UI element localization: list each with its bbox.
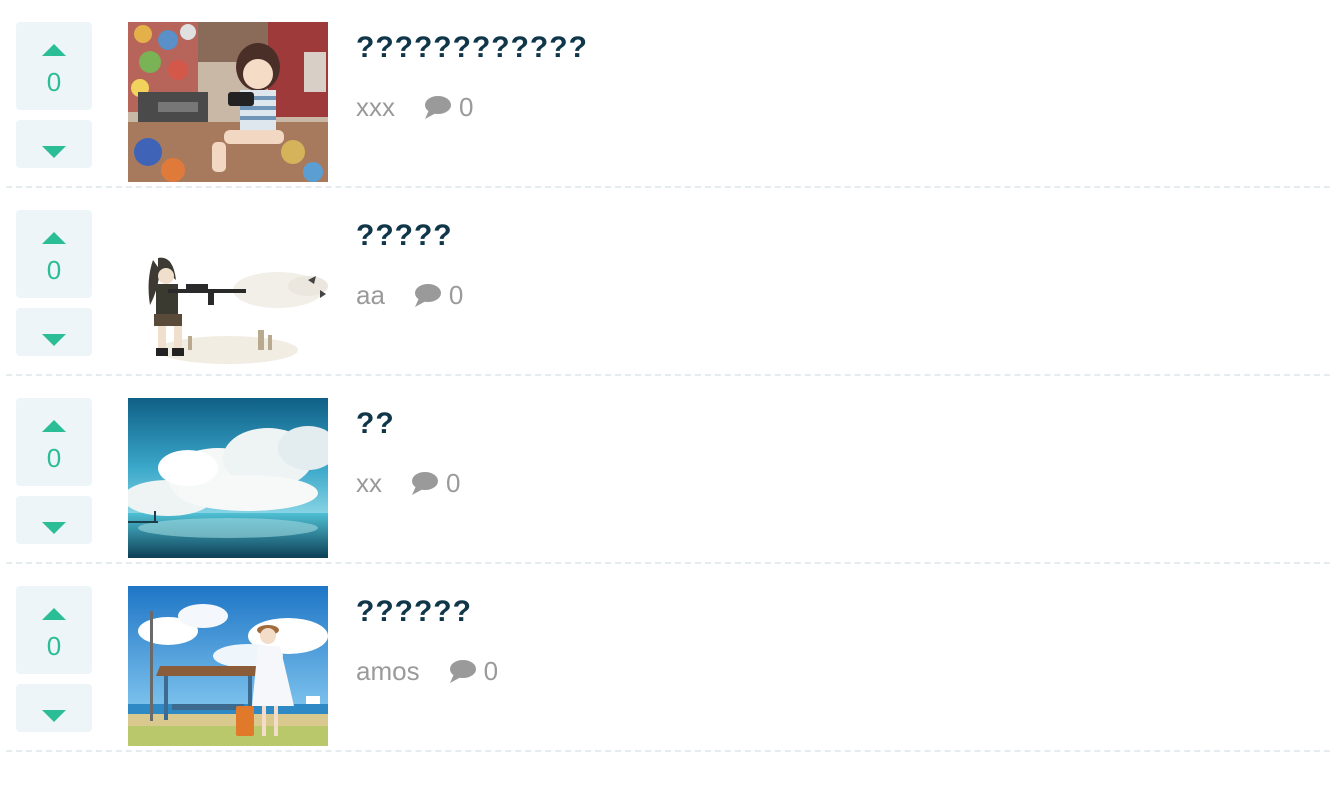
upvote-button[interactable]: 0 bbox=[16, 22, 92, 110]
comment-link[interactable]: 0 bbox=[413, 279, 463, 311]
post-list: 0 ???????????? xxx 0 0 ????? aa 0 0 ?? x… bbox=[0, 0, 1330, 752]
caret-up-icon bbox=[42, 608, 66, 620]
comment-bubble-icon bbox=[425, 96, 451, 119]
comment-bubble-icon bbox=[449, 660, 476, 683]
post-thumbnail[interactable] bbox=[128, 22, 328, 182]
caret-up-icon bbox=[42, 232, 66, 244]
post-item: 0 bbox=[0, 0, 1330, 188]
post-author[interactable]: xxx bbox=[356, 91, 395, 123]
post-author[interactable]: xx bbox=[356, 467, 382, 499]
anime-girl-gaming-room-image bbox=[128, 22, 328, 182]
comment-link[interactable]: 0 bbox=[410, 467, 460, 499]
post-thumbnail[interactable] bbox=[128, 398, 328, 558]
downvote-button[interactable] bbox=[16, 120, 92, 168]
comment-link[interactable]: 0 bbox=[423, 91, 473, 123]
post-item: 0 bbox=[0, 376, 1330, 564]
comment-link[interactable]: 0 bbox=[448, 655, 498, 687]
upvote-button[interactable]: 0 bbox=[16, 210, 92, 298]
caret-down-icon bbox=[42, 146, 66, 158]
row-separator bbox=[6, 750, 1330, 752]
comment-count: 0 bbox=[448, 280, 464, 310]
comment-count: 0 bbox=[446, 468, 461, 498]
post-meta: xxx 0 bbox=[356, 91, 473, 123]
downvote-button[interactable] bbox=[16, 496, 92, 544]
post-meta: amos 0 bbox=[356, 655, 498, 687]
post-title[interactable]: ???????????? bbox=[356, 30, 588, 66]
caret-up-icon bbox=[42, 420, 66, 432]
downvote-button[interactable] bbox=[16, 308, 92, 356]
post-thumbnail[interactable] bbox=[128, 210, 328, 370]
post-meta: aa 0 bbox=[356, 279, 463, 311]
upvote-button[interactable]: 0 bbox=[16, 586, 92, 674]
vote-count: 0 bbox=[46, 67, 62, 97]
post-author[interactable]: aa bbox=[356, 279, 385, 311]
vote-count: 0 bbox=[46, 443, 62, 473]
caret-up-icon bbox=[42, 44, 66, 56]
post-title[interactable]: ?????? bbox=[356, 594, 472, 630]
downvote-button[interactable] bbox=[16, 684, 92, 732]
girl-at-seaside-bus-stop-image bbox=[128, 586, 328, 746]
comment-bubble-icon bbox=[414, 284, 441, 307]
post-item: 0 bbox=[0, 564, 1330, 752]
vote-count: 0 bbox=[46, 255, 62, 285]
vote-count: 0 bbox=[46, 631, 62, 661]
post-item: 0 bbox=[0, 188, 1330, 376]
comment-bubble-icon bbox=[412, 472, 438, 495]
caret-down-icon bbox=[42, 522, 66, 534]
post-thumbnail[interactable] bbox=[128, 586, 328, 746]
comment-count: 0 bbox=[483, 656, 499, 686]
upvote-button[interactable]: 0 bbox=[16, 398, 92, 486]
post-title[interactable]: ????? bbox=[356, 218, 453, 254]
post-meta: xx 0 bbox=[356, 467, 460, 499]
clouds-over-sea-image bbox=[128, 398, 328, 558]
post-title[interactable]: ?? bbox=[356, 406, 395, 442]
anime-sniper-white-background-image bbox=[128, 210, 328, 370]
caret-down-icon bbox=[42, 710, 66, 722]
comment-count: 0 bbox=[459, 92, 474, 122]
caret-down-icon bbox=[42, 334, 66, 346]
post-author[interactable]: amos bbox=[356, 655, 420, 687]
